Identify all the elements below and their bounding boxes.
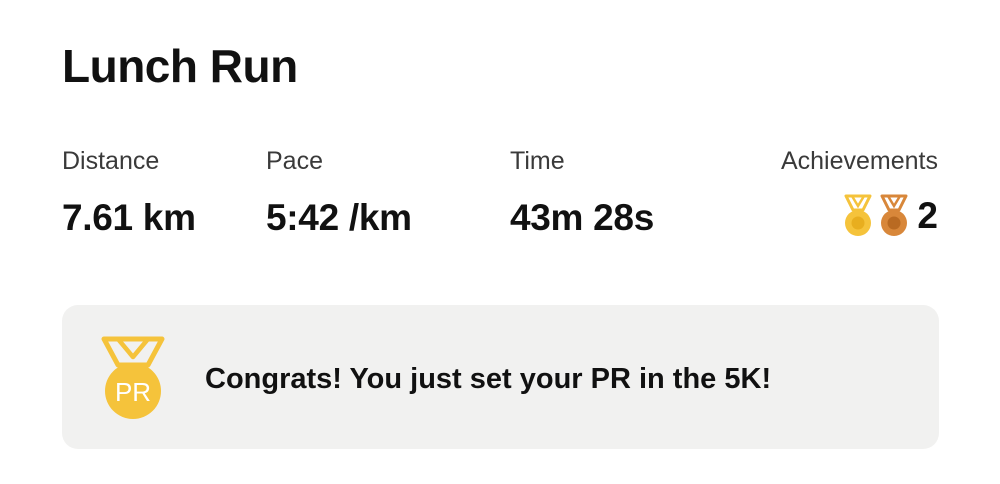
pr-message: Congrats! You just set your PR in the 5K…: [205, 363, 772, 395]
stat-achievements-label: Achievements: [780, 147, 938, 175]
stat-distance-label: Distance: [62, 147, 160, 175]
stat-time-label: Time: [510, 147, 565, 175]
pr-badge-text: PR: [115, 377, 151, 407]
gold-medal-icon: [844, 194, 872, 236]
stat-pace: Pace 5:42 /km: [266, 146, 412, 240]
stat-pace-label: Pace: [266, 147, 323, 175]
stat-distance: Distance 7.61 km: [62, 146, 196, 240]
pr-medal-icon: PR: [101, 336, 165, 419]
stat-time: Time 43m 28s: [510, 146, 654, 240]
stat-distance-value: 7.61 km: [62, 197, 196, 238]
stat-pace-value: 5:42 /km: [266, 197, 412, 238]
achievements-row: 2: [781, 192, 938, 240]
achievements-count: 2: [917, 195, 938, 236]
stat-time-value: 43m 28s: [510, 197, 654, 238]
stat-achievements[interactable]: Achievements 2: [781, 146, 938, 240]
bronze-medal-icon: [880, 194, 908, 236]
pr-banner[interactable]: PR Congrats! You just set your PR in the…: [62, 305, 939, 449]
activity-title: Lunch Run: [62, 40, 298, 92]
